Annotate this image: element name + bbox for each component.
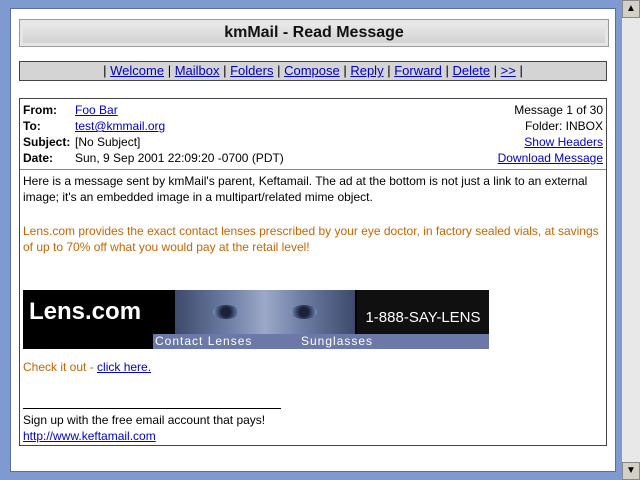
title-bar: kmMail - Read Message xyxy=(19,19,609,47)
nav-forward[interactable]: Forward xyxy=(394,63,442,78)
subject-label: Subject: xyxy=(23,135,71,149)
nav-compose[interactable]: Compose xyxy=(284,63,340,78)
lens-logo: Lens.com xyxy=(23,290,179,334)
from-link[interactable]: Foo Bar xyxy=(75,103,118,117)
nav-folders[interactable]: Folders xyxy=(230,63,273,78)
page-title: kmMail - Read Message xyxy=(224,24,404,41)
app-frame: kmMail - Read Message | Welcome | Mailbo… xyxy=(2,2,622,476)
strip-sunglasses: Sunglasses xyxy=(301,334,374,348)
eyes-image xyxy=(175,290,355,334)
divider xyxy=(23,408,281,409)
date-value: Sun, 9 Sep 2001 22:09:20 -0700 (PDT) xyxy=(75,151,284,165)
message-position: Message 1 of 30 xyxy=(514,103,603,117)
banner-phone: 1-888-SAY-LENS xyxy=(357,290,489,334)
signup-text: Sign up with the free email account that… xyxy=(23,413,266,427)
scroll-track[interactable] xyxy=(622,18,640,462)
from-label: From: xyxy=(23,103,57,117)
ad-text: Lens.com provides the exact contact lens… xyxy=(23,224,599,254)
nav-delete[interactable]: Delete xyxy=(452,63,490,78)
message-headers: From: Foo Bar To: test@kmmail.org Subject:… xyxy=(20,99,606,170)
scroll-up-icon[interactable]: ▲ xyxy=(622,0,640,18)
page: kmMail - Read Message | Welcome | Mailbo… xyxy=(10,8,616,472)
show-headers-link[interactable]: Show Headers xyxy=(524,134,603,150)
strip-contact-lenses: Contact Lenses xyxy=(155,334,253,348)
nav-bar: | Welcome | Mailbox | Folders | Compose … xyxy=(19,61,607,81)
date-row: Date: Sun, 9 Sep 2001 22:09:20 -0700 (PDT… xyxy=(23,150,284,166)
subject-value: [No Subject] xyxy=(75,135,141,149)
nav-mailbox[interactable]: Mailbox xyxy=(175,63,220,78)
nav-reply[interactable]: Reply xyxy=(350,63,383,78)
ad-banner[interactable]: Lens.com 1-888-SAY-LENS Contact Lenses S… xyxy=(23,290,489,349)
scroll-down-icon[interactable]: ▼ xyxy=(622,462,640,480)
nav-more[interactable]: >> xyxy=(501,63,516,78)
signup-link[interactable]: http://www.keftamail.com xyxy=(23,429,156,443)
download-message-link[interactable]: Download Message xyxy=(498,150,603,166)
intro-text: Here is a message sent by kmMail's paren… xyxy=(23,174,588,204)
from-row: From: Foo Bar xyxy=(23,102,118,118)
message-panel: From: Foo Bar To: test@kmmail.org Subject:… xyxy=(19,98,607,446)
check-line: Check it out - click here. xyxy=(23,360,151,374)
right-eye-icon xyxy=(291,305,317,319)
to-label: To: xyxy=(23,119,41,133)
click-here-link[interactable]: click here. xyxy=(97,360,151,374)
to-row: To: test@kmmail.org xyxy=(23,118,165,134)
scrollbar[interactable]: ▲ ▼ xyxy=(622,0,640,480)
check-prefix: Check it out - xyxy=(23,360,98,374)
signup-block: Sign up with the free email account that… xyxy=(23,412,265,444)
date-label: Date: xyxy=(23,151,54,165)
left-eye-icon xyxy=(213,305,239,319)
message-body: Here is a message sent by kmMail's paren… xyxy=(23,173,599,255)
banner-strip: Contact Lenses Sunglasses xyxy=(153,334,489,349)
to-link[interactable]: test@kmmail.org xyxy=(75,119,165,133)
subject-row: Subject: [No Subject] xyxy=(23,134,140,150)
nav-welcome[interactable]: Welcome xyxy=(110,63,164,78)
folder-label: Folder: INBOX xyxy=(524,119,603,133)
